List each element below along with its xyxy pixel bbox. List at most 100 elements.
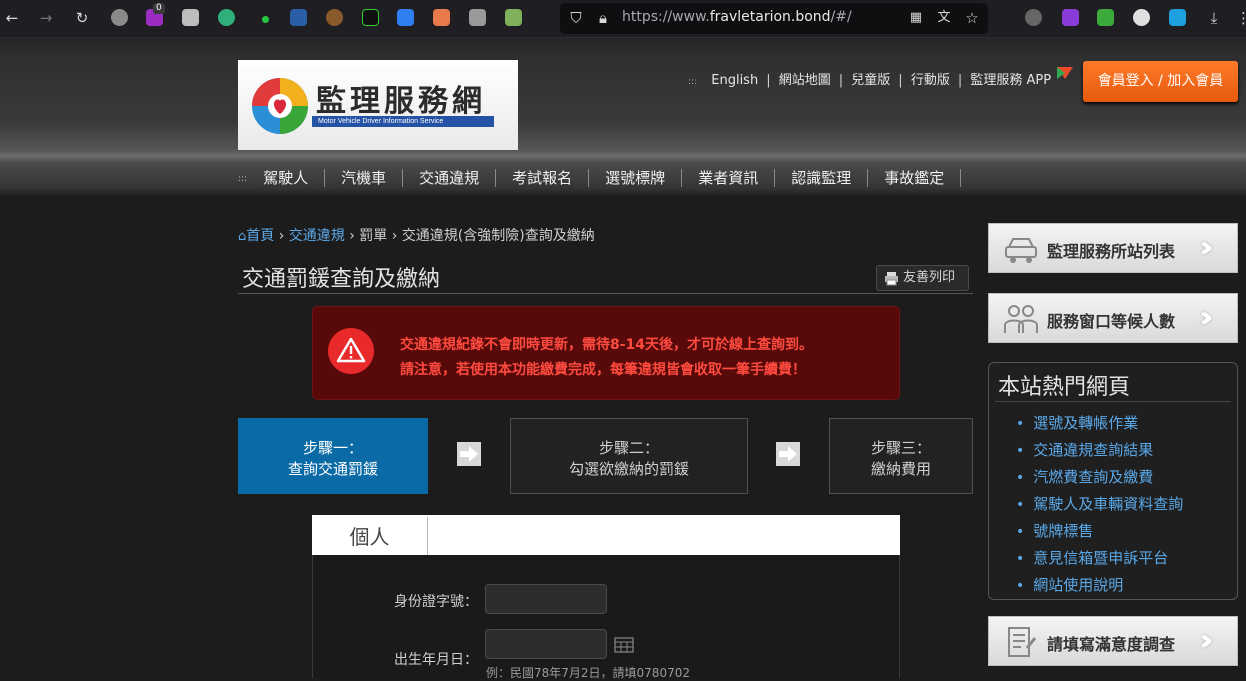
breadcrumb-home[interactable]: 首頁 [246, 228, 274, 244]
lock-extension-icon[interactable] [397, 9, 414, 26]
step-3-desc: 繳納費用 [870, 460, 931, 478]
chevron-right-icon: ›› [1199, 623, 1213, 658]
popular-link[interactable]: 駕駛人及車輛資料查詢 [1016, 491, 1183, 518]
nav-item-about[interactable]: 認識監理 [775, 169, 869, 187]
popular-link[interactable]: 選號及轉帳作業 [1016, 410, 1183, 437]
step-arrow-icon [776, 442, 800, 466]
extension-icon[interactable] [1062, 9, 1079, 26]
extension-icon[interactable] [1097, 9, 1114, 26]
qr-code-icon[interactable]: ▦ [906, 8, 926, 28]
popular-pages-divider [995, 401, 1231, 402]
breadcrumb: ⌂首頁 › 交通違規 › 罰單 › 交通違規(含強制險)查詢及繳納 [238, 225, 595, 245]
step-2-title: 步驟二： [598, 439, 659, 457]
extension-icon[interactable] [1169, 9, 1186, 26]
extension-icon[interactable] [290, 9, 307, 26]
nav-marker: ::: [238, 174, 248, 184]
breadcrumb-sep: › [349, 228, 355, 244]
step-1: 步驟一： 查詢交通罰鍰 [238, 418, 428, 494]
popular-pages-list: 選號及轉帳作業 交通違規查詢結果 汽燃費查詢及繳費 駕駛人及車輛資料查詢 號牌標… [1016, 410, 1183, 599]
logo-emblem-icon [252, 78, 308, 134]
nav-item-driver[interactable]: 駕駛人 [247, 169, 326, 187]
nav-item-vehicle[interactable]: 汽機車 [325, 169, 404, 187]
main-nav: ::: 駕駛人 汽機車 交通違規 考試報名 選號標牌 業者資訊 認識監理 事故鑑定 [238, 160, 962, 196]
logo-title: 監理服務網 [316, 84, 486, 119]
browser-toolbar: ← → ↻ 0 ⛉ 🔒︎ https://www.fravletarion.bo… [0, 0, 1246, 38]
link-kids[interactable]: 兒童版 [851, 73, 890, 88]
extension-icon[interactable] [505, 9, 522, 26]
status-dot-icon [262, 16, 269, 23]
extension-icon[interactable] [469, 9, 486, 26]
warning-icon [328, 328, 374, 374]
nav-item-accident[interactable]: 事故鑑定 [868, 169, 962, 187]
bookmark-star-icon[interactable]: ☆ [962, 8, 982, 28]
menu-icon[interactable]: ⋮ [1236, 8, 1246, 28]
print-button[interactable]: 友善列印 [876, 265, 969, 291]
logo-subtitle: Motor Vehicle Driver Information Service [312, 116, 494, 127]
title-divider [238, 293, 973, 294]
url-text: https://www.fravletarion.bond/#/ [622, 9, 852, 25]
breadcrumb-traffic-violation[interactable]: 交通違規 [289, 228, 345, 244]
link-mobile[interactable]: 行動版 [911, 73, 950, 88]
breadcrumb-sep: › [391, 228, 398, 244]
extension-badge: 0 [153, 3, 165, 14]
step-1-title: 步驟一： [302, 439, 363, 457]
extension-icon[interactable] [326, 9, 343, 26]
tab-personal[interactable]: 個人 [312, 517, 428, 555]
lock-icon: 🔒︎ [599, 9, 607, 27]
nav-item-exam[interactable]: 考試報名 [496, 169, 590, 187]
extension-icon[interactable] [1025, 9, 1042, 26]
download-icon[interactable]: ⤓ [1204, 8, 1224, 28]
step-2: 步驟二： 勾選欲繳納的罰鍰 [510, 418, 748, 494]
survey-button[interactable]: 請填寫滿意度調查 ›› [988, 616, 1238, 666]
extension-icon[interactable] [218, 9, 235, 26]
printer-icon [885, 272, 898, 286]
login-register-button[interactable]: 會員登入 / 加入會員 [1083, 61, 1238, 102]
popular-link[interactable]: 網站使用說明 [1016, 572, 1183, 599]
nav-item-traffic-violation[interactable]: 交通違規 [403, 169, 497, 187]
survey-label: 請填寫滿意度調查 [1047, 635, 1176, 654]
document-icon [1008, 627, 1037, 657]
breadcrumb-current: 交通違規(含強制險)查詢及繳納 [401, 228, 595, 244]
breadcrumb-ticket[interactable]: 罰單 [359, 228, 387, 244]
waiting-count-label: 服務窗口等候人數 [1047, 312, 1176, 331]
service-stations-label: 監理服務所站列表 [1047, 242, 1176, 261]
step-arrow-icon [457, 442, 481, 466]
link-english[interactable]: English [711, 73, 758, 88]
step-2-desc: 勾選欲繳納的罰鍰 [568, 460, 689, 478]
popular-link[interactable]: 交通違規查詢結果 [1016, 437, 1183, 464]
waiting-count-button[interactable]: 服務窗口等候人數 ›› [988, 293, 1238, 343]
translate-icon[interactable]: 文 [934, 8, 954, 28]
car-icon [1005, 238, 1037, 263]
popular-link[interactable]: 意見信箱暨申訴平台 [1016, 545, 1183, 572]
extension-icon[interactable] [1133, 9, 1150, 26]
birth-date-input[interactable] [485, 629, 607, 659]
birth-date-hint: 例：民國78年7月2日，請填0780702 [486, 666, 690, 680]
calendar-icon[interactable] [614, 635, 634, 653]
step-1-desc: 查詢交通罰鍰 [287, 460, 378, 478]
extension-icon[interactable] [362, 9, 379, 26]
id-number-input[interactable] [485, 584, 607, 614]
extension-icon[interactable] [111, 9, 128, 26]
extension-icon[interactable] [433, 9, 450, 26]
forward-icon[interactable]: → [36, 8, 56, 28]
nav-item-plate[interactable]: 選號標牌 [589, 169, 683, 187]
id-number-label: 身份證字號： [394, 594, 478, 610]
popular-pages-title: 本站熱門網頁 [998, 375, 1131, 400]
link-app[interactable]: 監理服務 APP [970, 73, 1051, 88]
birth-date-label: 出生年月日： [394, 652, 478, 668]
nav-item-business[interactable]: 業者資訊 [682, 169, 776, 187]
shield-icon[interactable]: ⛉ [566, 8, 586, 28]
service-stations-button[interactable]: 監理服務所站列表 ›› [988, 223, 1238, 273]
back-icon[interactable]: ← [2, 8, 22, 28]
step-3: 步驟三： 繳納費用 [829, 418, 973, 494]
link-sitemap[interactable]: 網站地圖 [779, 73, 831, 88]
extension-icon[interactable] [182, 9, 199, 26]
app-logo-icon[interactable] [1055, 65, 1075, 81]
reload-icon[interactable]: ↻ [72, 8, 92, 28]
popular-link[interactable]: 汽燃費查詢及繳費 [1016, 464, 1183, 491]
people-icon [1004, 305, 1038, 333]
popular-link[interactable]: 號牌標售 [1016, 518, 1183, 545]
step-3-title: 步驟三： [870, 439, 931, 457]
page-title: 交通罰鍰查詢及繳納 [242, 267, 441, 292]
alert-line-1: 交通違規紀錄不會即時更新，需待8-14天後，才可於線上查詢到。 [400, 337, 814, 353]
